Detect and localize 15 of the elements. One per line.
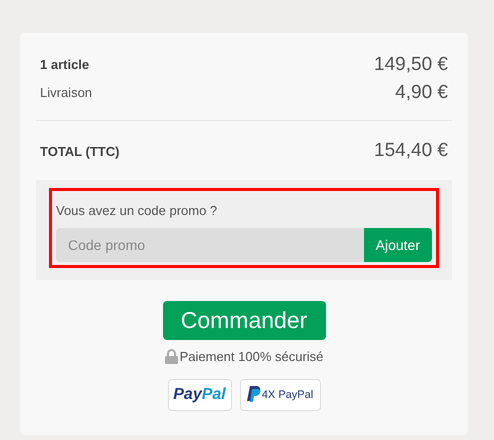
promo-question: Vous avez un code promo ? xyxy=(56,202,218,220)
amount: 4,90 € xyxy=(395,80,448,105)
total-label: TOTAL (TTC) xyxy=(40,142,120,161)
secure-payment-note: Paiement 100% sécurisé xyxy=(180,348,324,366)
summary-label: 1 article xyxy=(40,56,90,74)
logo-text: 4X PayPal xyxy=(262,388,314,403)
order-button[interactable]: Commander xyxy=(162,300,326,340)
add-button[interactable]: Ajouter xyxy=(364,228,432,262)
paypal-p-icon xyxy=(246,386,261,404)
promo-code-field[interactable]: Code promo xyxy=(56,228,364,262)
total-amount: 154,40 € xyxy=(374,139,448,163)
lock-icon xyxy=(164,348,178,364)
summary-label: Livraison xyxy=(40,84,92,102)
paypal-logo: PayPal xyxy=(168,379,232,411)
amount: 149,50 € xyxy=(374,52,448,77)
